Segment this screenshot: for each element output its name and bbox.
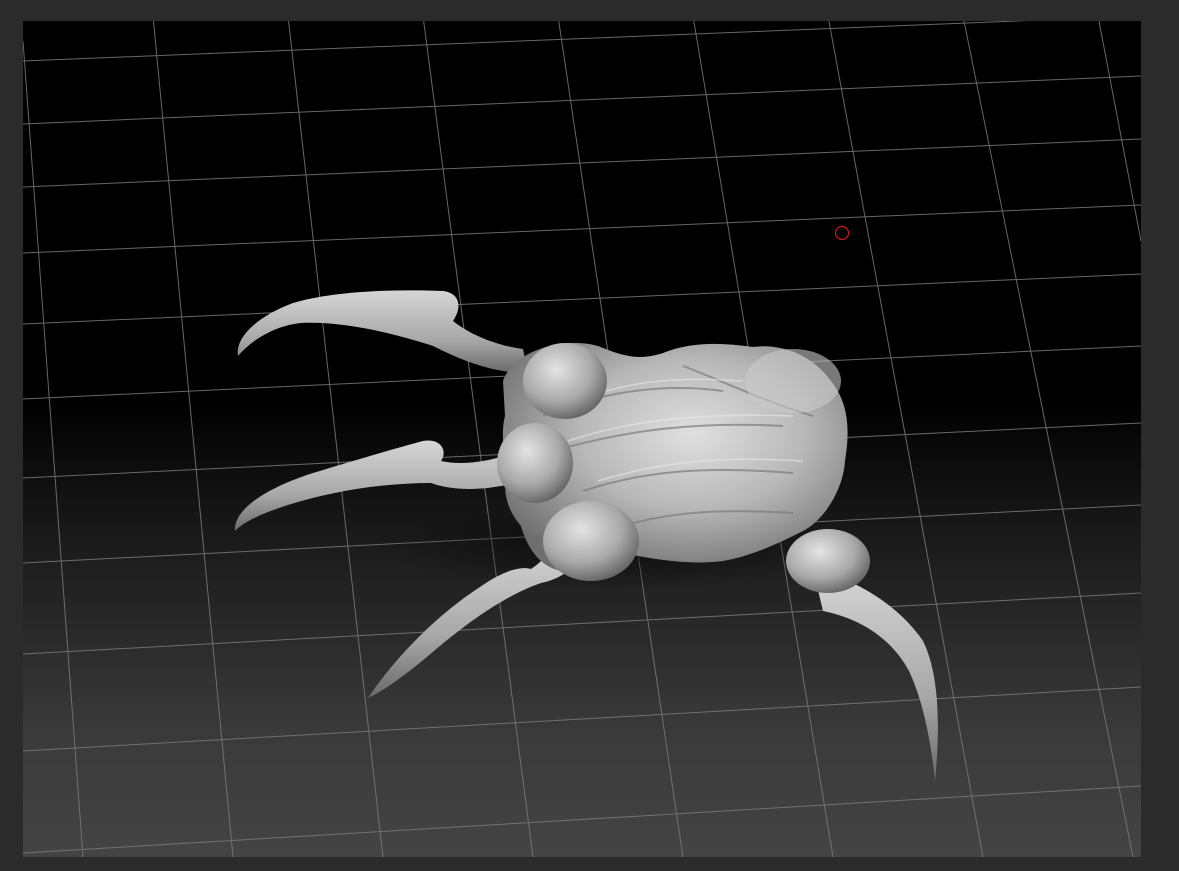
- claw-creature-model[interactable]: [234, 290, 938, 781]
- 3d-viewport[interactable]: [23, 21, 1141, 857]
- app-frame: [0, 0, 1179, 871]
- brush-cursor-ring: [834, 225, 850, 241]
- viewport-canvas[interactable]: [23, 21, 1141, 857]
